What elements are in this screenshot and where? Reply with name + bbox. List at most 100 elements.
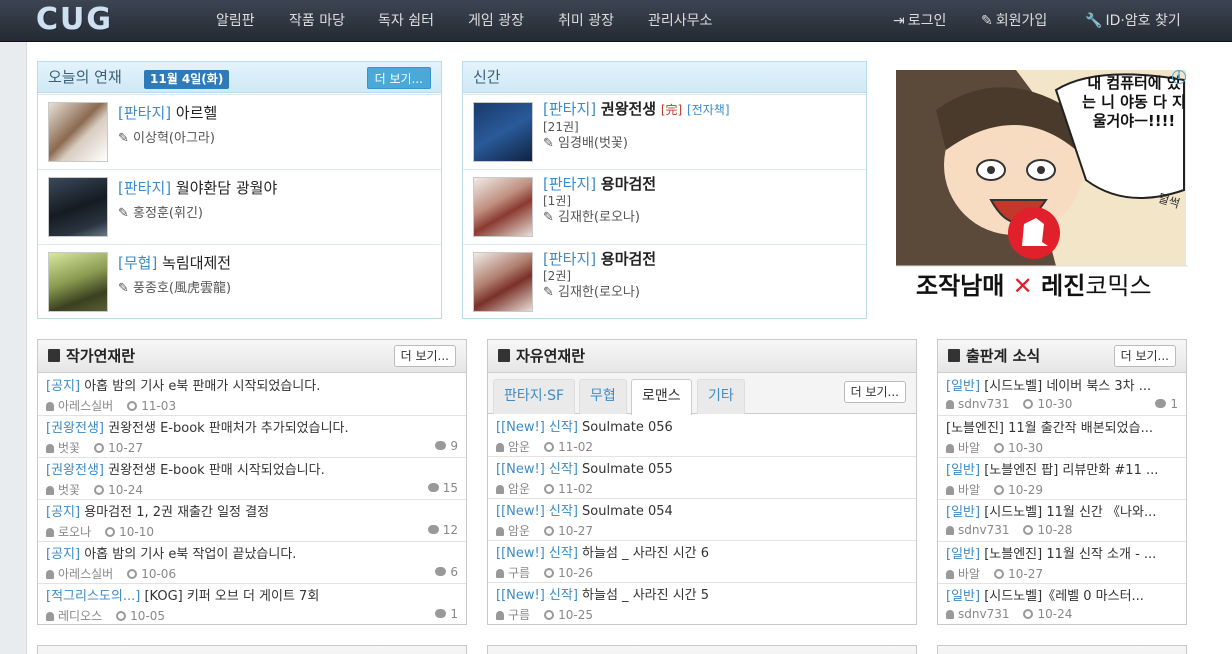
tab-romance[interactable]: 로맨스 (631, 379, 692, 415)
book-cover[interactable] (473, 177, 533, 237)
post-author[interactable]: 레디오스 (58, 609, 102, 623)
signup-link[interactable]: ✎ 회원가입 (981, 0, 1047, 42)
book-cover[interactable] (473, 102, 533, 162)
post-title-text[interactable]: [시드노벨] 11월 신간 《나와... (984, 505, 1156, 520)
post-category[interactable]: [일반] (946, 505, 980, 520)
list-item[interactable]: [권왕전생] 권왕전생 E-book 판매처가 추가되었습니다. 벗꽃 10-27 9 (38, 416, 466, 458)
book-title[interactable]: 용마검전 (601, 175, 656, 193)
post-title[interactable]: [일반] [시드노벨] 11월 신간 《나와... (946, 504, 1178, 521)
more-button[interactable]: 더 보기... (1113, 345, 1176, 367)
book-genre[interactable]: [판타지] (543, 250, 596, 268)
post-category[interactable]: [권왕전생] (46, 463, 104, 478)
book-title[interactable]: 아르헬 (176, 104, 217, 122)
list-item[interactable]: [일반] [시드노벨]《레벨 0 마스터... sdnv731 10-24 (938, 584, 1186, 624)
more-button[interactable]: 더 보기... (366, 67, 431, 89)
post-category[interactable]: [[New!] 신작] (496, 420, 578, 435)
book-genre[interactable]: [판타지] (543, 175, 596, 193)
post-title-text[interactable]: 권왕전생 E-book 판매 시작되었습니다. (108, 463, 325, 478)
post-title-text[interactable]: [노블엔진 팝] 리뷰만화 #11 ... (984, 463, 1158, 478)
nav-item-readers[interactable]: 독자 쉼터 (378, 0, 434, 42)
book-genre[interactable]: [무협] (118, 254, 157, 272)
book-item[interactable]: [판타지] 권왕전생 [完] [전자책] [21권] ✎ 임경배(벗꽃) (463, 94, 866, 169)
list-item[interactable]: [[New!] 신작] Soulmate 056 암운 11-02 (488, 415, 916, 457)
post-author[interactable]: 구름 (508, 566, 530, 580)
book-genre[interactable]: [판타지] (118, 104, 171, 122)
post-category[interactable]: [[New!] 신작] (496, 588, 578, 603)
find-account-link[interactable]: 🔧 ID·암호 찾기 (1085, 0, 1181, 42)
post-category[interactable]: [[New!] 신작] (496, 504, 578, 519)
list-item[interactable]: [공지] 아홉 밤의 기사 e북 판매가 시작되었습니다. 아레스실버 11-03 (38, 374, 466, 416)
post-author[interactable]: 암운 (508, 440, 530, 454)
book-title[interactable]: 용마검전 (601, 250, 656, 268)
post-title[interactable]: [일반] [노블엔진] 11월 신작 소개 - ... (946, 546, 1178, 563)
post-author[interactable]: 바알 (958, 483, 980, 497)
tab-other[interactable]: 기타 (697, 379, 745, 414)
book-cover[interactable] (473, 252, 533, 312)
book-item[interactable]: [판타지] 용마검전 [2권] ✎ 김재한(로오나) (463, 244, 866, 318)
list-item[interactable]: [일반] [시드노벨] 네이버 북스 3차 ... sdnv731 10-30 1 (938, 374, 1186, 416)
list-item[interactable]: [권왕전생] 권왕전생 E-book 판매 시작되었습니다. 벗꽃 10-24 15 (38, 458, 466, 500)
nav-item-hobby[interactable]: 취미 광장 (558, 0, 614, 42)
post-author[interactable]: 벗꽃 (58, 441, 80, 455)
list-item[interactable]: [일반] [노블엔진] 11월 신작 소개 - ... 바알 10-27 (938, 542, 1186, 584)
post-category[interactable]: [권왕전생] (46, 421, 104, 436)
post-title-text[interactable]: 하늘섬 _ 사라진 시간 5 (582, 588, 709, 603)
post-category[interactable]: [공지] (46, 547, 80, 562)
post-title[interactable]: [일반] [시드노벨] 네이버 북스 3차 ... (946, 378, 1178, 395)
post-author[interactable]: 암운 (508, 524, 530, 538)
post-category[interactable]: [일반] (946, 379, 980, 394)
nav-item-notice[interactable]: 알림판 (216, 0, 255, 42)
post-title-text[interactable]: Soulmate 055 (582, 462, 673, 477)
book-item[interactable]: [판타지] 용마검전 [1권] ✎ 김재한(로오나) (463, 169, 866, 244)
book-genre[interactable]: [판타지] (543, 100, 596, 118)
post-title-text[interactable]: [시드노벨] 네이버 북스 3차 ... (984, 379, 1151, 394)
book-item[interactable]: [무협] 녹림대제전 ✎ 풍종호(風虎雲龍) (38, 244, 441, 318)
post-author[interactable]: sdnv731 (958, 607, 1009, 621)
post-author[interactable]: 아레스실버 (58, 399, 113, 413)
post-category[interactable]: [적그리스도의...] (46, 589, 140, 604)
post-title-text[interactable]: Soulmate 056 (582, 420, 673, 435)
post-category[interactable]: [[New!] 신작] (496, 462, 578, 477)
post-title-text[interactable]: 권왕전생 E-book 판매처가 추가되었습니다. (108, 421, 349, 436)
more-button[interactable]: 더 보기... (843, 381, 906, 403)
post-title-text[interactable]: [KOG] 키퍼 오브 더 게이트 7회 (144, 589, 319, 604)
post-title[interactable]: [공지] 용마검전 1, 2권 재출간 일정 결정 (46, 504, 458, 521)
book-cover[interactable] (48, 102, 108, 162)
post-category[interactable]: [일반] (946, 463, 980, 478)
post-author[interactable]: 로오나 (58, 525, 91, 539)
list-item[interactable]: [공지] 용마검전 1, 2권 재출간 일정 결정 로오나 10-10 12 (38, 500, 466, 542)
post-author[interactable]: 바알 (958, 567, 980, 581)
post-title[interactable]: [일반] [노블엔진 팝] 리뷰만화 #11 ... (946, 462, 1178, 479)
post-title-text[interactable]: 하늘섬 _ 사라진 시간 6 (582, 546, 709, 561)
post-title[interactable]: [공지] 아홉 밤의 기사 e북 작업이 끝났습니다. (46, 546, 458, 563)
post-author[interactable]: 구름 (508, 608, 530, 622)
post-title[interactable]: [[New!] 신작] Soulmate 055 (496, 461, 908, 478)
list-item[interactable]: [일반] [시드노벨] 11월 신간 《나와... sdnv731 10-28 (938, 500, 1186, 542)
book-title[interactable]: 월야환담 광월야 (176, 179, 277, 197)
post-title[interactable]: [적그리스도의...] [KOG] 키퍼 오브 더 게이트 7회 (46, 588, 458, 605)
post-author[interactable]: sdnv731 (958, 397, 1009, 411)
site-logo[interactable]: CUG (36, 5, 113, 35)
post-title-text[interactable]: 용마검전 1, 2권 재출간 일정 결정 (84, 505, 269, 520)
book-item[interactable]: [판타지] 월야환담 광월야 ✎ 홍정훈(휘긴) (38, 169, 441, 244)
post-title-text[interactable]: [시드노벨]《레벨 0 마스터... (984, 589, 1144, 604)
nav-item-works[interactable]: 작품 마당 (289, 0, 345, 42)
post-title-text[interactable]: 아홉 밤의 기사 e북 작업이 끝났습니다. (84, 547, 296, 562)
tab-fantasy-sf[interactable]: 판타지·SF (493, 379, 576, 414)
post-author[interactable]: 암운 (508, 482, 530, 496)
list-item[interactable]: [공지] 아홉 밤의 기사 e북 작업이 끝났습니다. 아레스실버 10-06 6 (38, 542, 466, 584)
post-category[interactable]: [공지] (46, 505, 80, 520)
post-title[interactable]: [일반] [시드노벨]《레벨 0 마스터... (946, 588, 1178, 605)
list-item[interactable]: [[New!] 신작] Soulmate 054 암운 10-27 (488, 499, 916, 541)
book-genre[interactable]: [판타지] (118, 179, 171, 197)
more-button[interactable]: 더 보기... (393, 345, 456, 367)
list-item[interactable]: [노블엔진] 11월 출간작 배본되었습... 바알 10-30 (938, 416, 1186, 458)
login-link[interactable]: ⇥ 로그인 (893, 0, 946, 42)
list-item[interactable]: [[New!] 신작] 하늘섬 _ 사라진 시간 6 구름 10-26 (488, 541, 916, 583)
post-category[interactable]: [공지] (46, 379, 80, 394)
post-title[interactable]: [노블엔진] 11월 출간작 배본되었습... (946, 420, 1178, 437)
list-item[interactable]: [적그리스도의...] [KOG] 키퍼 오브 더 게이트 7회 레디오스 10-0… (38, 584, 466, 624)
book-title[interactable]: 권왕전생 (601, 100, 656, 118)
post-title[interactable]: [[New!] 신작] 하늘섬 _ 사라진 시간 5 (496, 587, 908, 604)
post-title[interactable]: [[New!] 신작] Soulmate 054 (496, 503, 908, 520)
